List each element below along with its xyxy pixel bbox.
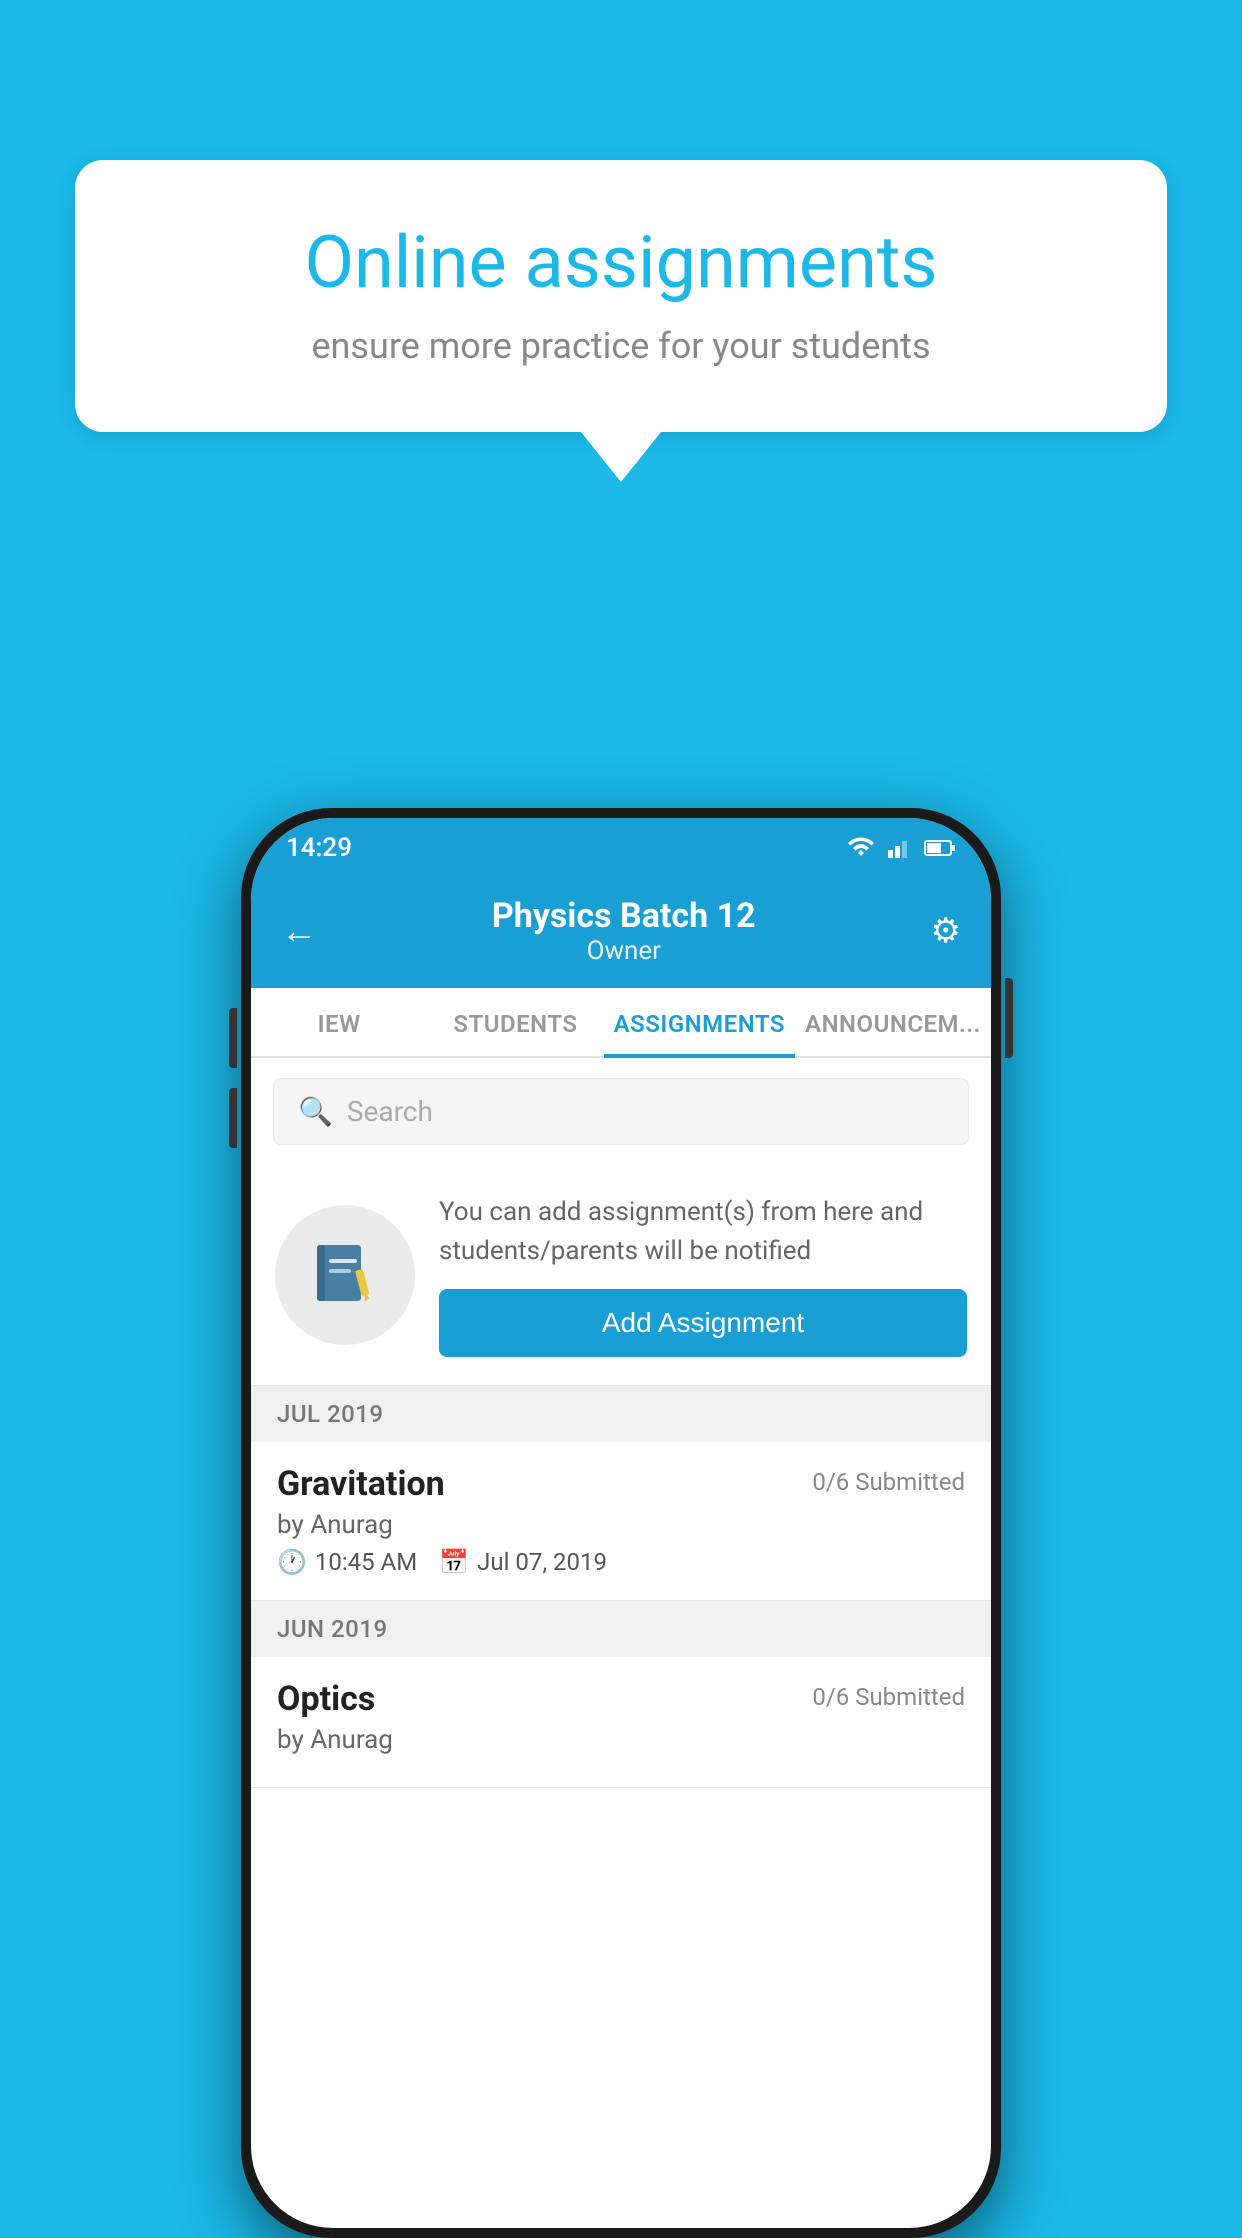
add-assignment-description: You can add assignment(s) from here and … <box>439 1193 967 1271</box>
back-button[interactable]: ← <box>281 910 317 952</box>
signal-icon <box>888 838 912 858</box>
month-divider-jul: JUL 2019 <box>251 1386 991 1442</box>
speech-bubble: Online assignments ensure more practice … <box>75 160 1167 432</box>
volume-down-button[interactable] <box>229 1088 237 1148</box>
tab-announcements[interactable]: ANNOUNCEM... <box>795 988 991 1056</box>
calendar-icon: 📅 <box>439 1548 469 1576</box>
notebook-icon <box>309 1239 381 1311</box>
search-placeholder: Search <box>347 1095 433 1128</box>
status-bar: 14:29 <box>251 818 991 878</box>
search-icon: 🔍 <box>298 1095 333 1128</box>
assignment-name: Gravitation <box>277 1464 445 1504</box>
speech-bubble-container: Online assignments ensure more practice … <box>75 160 1167 482</box>
add-assignment-button[interactable]: Add Assignment <box>439 1289 967 1357</box>
tabs-bar: IEW STUDENTS ASSIGNMENTS ANNOUNCEM... <box>251 988 991 1058</box>
header-subtitle: Owner <box>317 936 931 966</box>
assignment-meta: 🕐 10:45 AM 📅 Jul 07, 2019 <box>277 1548 965 1576</box>
volume-up-button[interactable] <box>229 1008 237 1068</box>
phone-frame: 14:29 <box>241 808 1001 2238</box>
tab-assignments[interactable]: ASSIGNMENTS <box>604 988 795 1056</box>
status-time: 14:29 <box>286 833 352 863</box>
assignment-item-gravitation[interactable]: Gravitation 0/6 Submitted by Anurag 🕐 10… <box>251 1442 991 1601</box>
optics-by: by Anurag <box>277 1725 965 1755</box>
assignment-date: 📅 Jul 07, 2019 <box>439 1548 607 1576</box>
status-icons <box>846 836 956 860</box>
add-assignment-section: You can add assignment(s) from here and … <box>251 1165 991 1386</box>
tab-students[interactable]: STUDENTS <box>427 988 603 1056</box>
bubble-subtitle: ensure more practice for your students <box>145 325 1097 367</box>
month-divider-jun: JUN 2019 <box>251 1601 991 1657</box>
battery-icon <box>924 839 956 857</box>
speech-bubble-tail <box>581 432 661 482</box>
optics-submitted: 0/6 Submitted <box>812 1679 965 1711</box>
assignment-icon-circle <box>275 1205 415 1345</box>
assignment-time: 🕐 10:45 AM <box>277 1548 417 1576</box>
header-title: Physics Batch 12 <box>317 896 931 936</box>
tab-iew[interactable]: IEW <box>251 988 427 1056</box>
assignment-submitted: 0/6 Submitted <box>812 1464 965 1496</box>
search-container: 🔍 Search <box>251 1058 991 1165</box>
optics-name: Optics <box>277 1679 375 1719</box>
optics-header: Optics 0/6 Submitted <box>277 1679 965 1719</box>
assignment-item-optics[interactable]: Optics 0/6 Submitted by Anurag <box>251 1657 991 1788</box>
app-header: ← Physics Batch 12 Owner ⚙ <box>251 878 991 988</box>
assignment-item-header: Gravitation 0/6 Submitted <box>277 1464 965 1504</box>
search-bar[interactable]: 🔍 Search <box>273 1078 969 1145</box>
header-center: Physics Batch 12 Owner <box>317 896 931 966</box>
assignment-by: by Anurag <box>277 1510 965 1540</box>
power-button[interactable] <box>1005 978 1013 1058</box>
phone-screen: 14:29 <box>251 818 991 2228</box>
bubble-title: Online assignments <box>145 220 1097 305</box>
settings-icon[interactable]: ⚙ <box>931 911 961 951</box>
clock-icon: 🕐 <box>277 1548 307 1576</box>
add-assignment-content: You can add assignment(s) from here and … <box>439 1193 967 1357</box>
wifi-icon <box>846 836 876 860</box>
